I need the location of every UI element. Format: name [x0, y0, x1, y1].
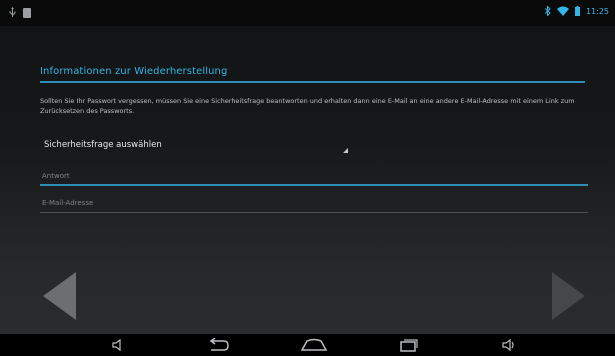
recovery-description: Sollten Sie Ihr Passwort vergessen, müss… — [40, 97, 575, 115]
status-right-icons: 11:25 — [544, 6, 609, 16]
next-button[interactable] — [550, 270, 588, 322]
home-icon[interactable] — [300, 338, 328, 352]
wifi-icon — [556, 6, 569, 16]
email-field[interactable]: E-Mail-Adresse — [40, 197, 588, 213]
title-divider — [40, 81, 585, 83]
volume-down-icon[interactable] — [112, 338, 124, 352]
previous-button[interactable] — [40, 270, 78, 322]
spinner-arrow-icon — [343, 148, 348, 153]
usb-icon — [9, 7, 16, 17]
email-field-underline — [40, 212, 588, 213]
answer-field[interactable]: Antwort — [40, 170, 588, 186]
battery-icon — [574, 6, 580, 16]
answer-field-underline — [40, 184, 588, 186]
navigation-bar — [0, 334, 615, 356]
android-screen: 11:25 Informationen zur Wiederherstellun… — [0, 0, 615, 356]
volume-up-icon[interactable] — [502, 338, 516, 352]
email-placeholder: E-Mail-Adresse — [42, 199, 94, 207]
bluetooth-icon — [544, 6, 551, 16]
security-question-spinner[interactable]: Sicherheitsfrage auswählen — [44, 139, 354, 155]
status-bar: 11:25 — [0, 0, 615, 26]
answer-placeholder: Antwort — [42, 172, 70, 180]
security-question-label: Sicherheitsfrage auswählen — [44, 140, 162, 150]
status-left-icons — [8, 7, 31, 18]
sdcard-icon — [23, 7, 31, 18]
page-title: Informationen zur Wiederherstellung — [40, 66, 228, 77]
back-icon[interactable] — [206, 338, 230, 352]
recent-apps-icon[interactable] — [399, 338, 419, 352]
section-header: Informationen zur Wiederherstellung — [40, 66, 585, 83]
status-clock: 11:25 — [585, 6, 609, 16]
